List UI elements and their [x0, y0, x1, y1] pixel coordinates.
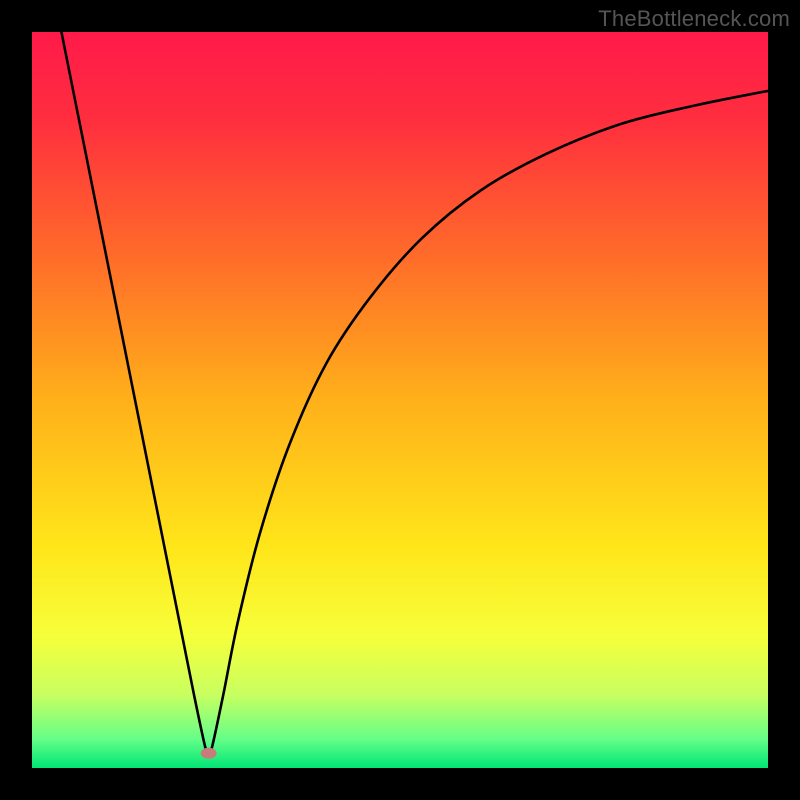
- watermark-text: TheBottleneck.com: [598, 6, 790, 32]
- chart-background: [32, 32, 768, 768]
- minimum-marker: [201, 748, 217, 759]
- chart-plot-area: [32, 32, 768, 768]
- chart-svg: [32, 32, 768, 768]
- chart-frame: TheBottleneck.com: [0, 0, 800, 800]
